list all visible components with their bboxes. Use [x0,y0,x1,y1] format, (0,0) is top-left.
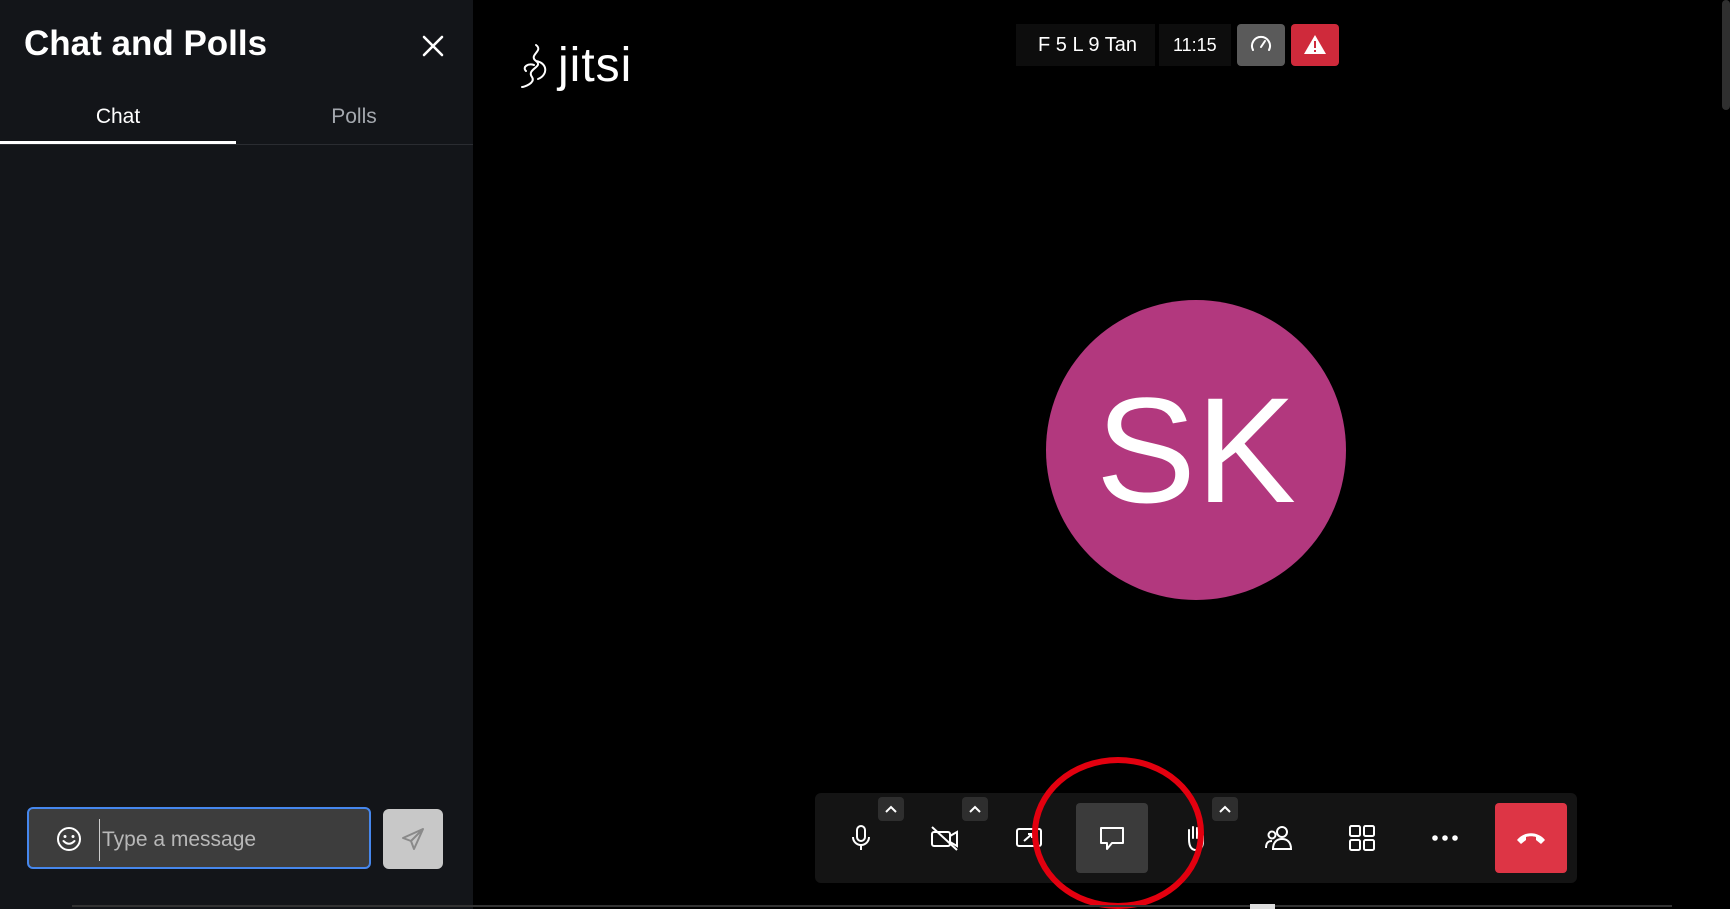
highlight-circle-annotation [1032,757,1204,909]
close-icon [422,35,444,57]
message-composer [27,807,371,869]
send-button[interactable] [383,809,443,869]
chevron-up-icon [969,805,981,813]
more-icon [1432,835,1458,841]
more-options-button[interactable] [1409,803,1481,873]
chevron-up-icon [885,805,897,813]
microphone-icon [852,825,870,850]
audio-options-button[interactable] [878,797,904,821]
reactions-options-button[interactable] [1212,797,1238,821]
message-input[interactable] [99,819,364,861]
send-icon [402,828,424,850]
tile-view-icon [1349,825,1375,851]
smiley-icon [57,827,81,851]
warning-icon [1303,35,1326,54]
participants-icon [1265,826,1293,850]
chat-sidebar: Chat and Polls Chat Polls [0,0,473,909]
participant-avatar: SK [1046,300,1346,600]
meeting-screen: Chat and Polls Chat Polls Type a message… [0,0,1730,909]
hangup-button[interactable] [1495,803,1567,873]
jitsi-logo-icon [521,43,547,88]
performance-settings-button[interactable] [1236,24,1285,66]
logo-text: jitsi [558,39,633,92]
gauge-icon [1250,35,1271,51]
jitsi-logo: jitsi [518,38,632,93]
conference-info: F 5 L 9 Tan 11:15 [1016,24,1339,66]
tile-view-button[interactable] [1326,803,1398,873]
sidebar-tabs: Chat Polls [0,92,473,145]
hangup-icon [1517,833,1545,844]
tab-chat[interactable]: Chat [0,92,236,144]
video-options-button[interactable] [962,797,988,821]
connection-warning-button[interactable] [1290,24,1339,66]
scrollbar[interactable] [1722,0,1730,110]
conference-name: F 5 L 9 Tan [1016,24,1155,66]
tab-polls[interactable]: Polls [236,92,472,142]
bottom-divider [72,905,1672,907]
close-sidebar-button[interactable] [417,30,449,62]
conference-timer: 11:15 [1158,24,1231,66]
emoji-button[interactable] [56,826,82,852]
chevron-up-icon [1219,805,1231,813]
camera-off-icon [931,826,958,851]
sidebar-title: Chat and Polls [24,24,268,63]
participants-button[interactable] [1243,803,1315,873]
bottom-indicator [1250,904,1275,909]
